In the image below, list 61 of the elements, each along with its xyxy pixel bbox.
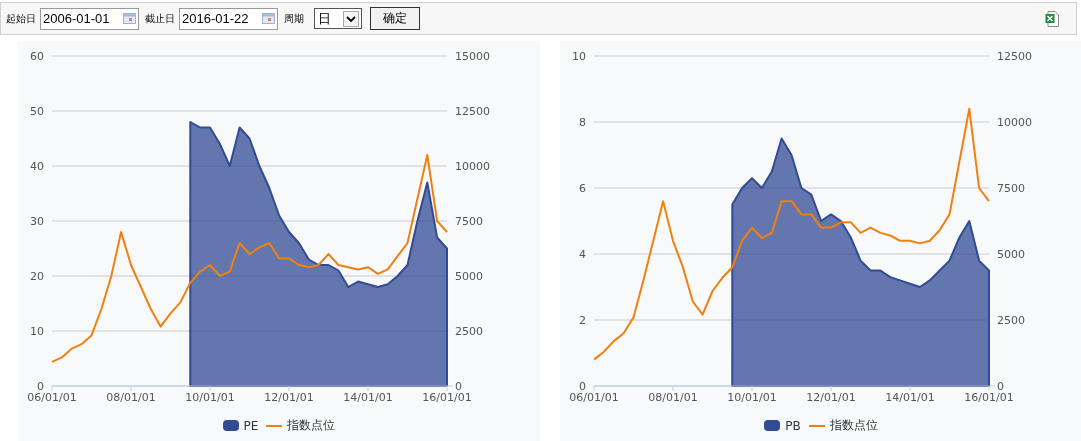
y-axis-label: 7500 [455, 215, 483, 228]
y-axis-label: 0 [579, 380, 586, 393]
y-axis-label: 10 [572, 50, 586, 63]
x-axis-label: 08/01/01 [648, 391, 698, 404]
y-axis-label: 15000 [455, 50, 490, 63]
start-date-field[interactable]: 2006-01-01 [40, 7, 139, 30]
period-label: 周期 [284, 11, 304, 26]
start-date-label: 起始日 [6, 11, 36, 26]
y-axis-label: 12500 [997, 50, 1032, 63]
x-axis-label: 10/01/01 [727, 391, 777, 404]
legend-line-icon [266, 424, 283, 427]
end-date-field[interactable]: 2016-01-22 [179, 7, 278, 30]
y-axis-label: 2 [579, 314, 586, 327]
y-axis-label: 7500 [997, 182, 1025, 195]
y-axis-label: 5000 [455, 270, 483, 283]
x-axis-label: 16/01/01 [964, 391, 1014, 404]
y-axis-label: 6 [579, 182, 586, 195]
y-axis-label: 5000 [997, 248, 1025, 261]
y-axis-label: 2500 [997, 314, 1025, 327]
x-axis-label: 06/01/01 [569, 391, 619, 404]
x-axis-label: 10/01/01 [185, 391, 235, 404]
y-axis-label: 10000 [455, 160, 490, 173]
legend-item[interactable]: PE [222, 417, 259, 434]
legend-swatch-icon [764, 420, 781, 431]
calendar-icon[interactable] [262, 13, 275, 24]
x-axis-label: 16/01/01 [422, 391, 472, 404]
x-axis-label: 14/01/01 [885, 391, 935, 404]
legend-label: PE [243, 418, 259, 433]
x-axis-label: 12/01/01 [264, 391, 314, 404]
y-axis-label: 0 [997, 380, 1004, 393]
legend-item[interactable]: 指数点位 [808, 417, 878, 434]
y-axis-label: 12500 [455, 105, 490, 118]
y-axis-label: 0 [37, 380, 44, 393]
end-date-label: 截止日 [145, 11, 175, 26]
y-axis-label: 0 [455, 380, 462, 393]
x-axis-label: 06/01/01 [27, 391, 77, 404]
x-axis-label: 12/01/01 [806, 391, 856, 404]
caret-icon [343, 10, 359, 27]
y-axis-label: 40 [30, 160, 44, 173]
legend-label: 指数点位 [287, 417, 336, 434]
legend-label: 指数点位 [829, 417, 878, 434]
period-select[interactable]: 日 [314, 8, 362, 29]
x-axis-label: 08/01/01 [106, 391, 156, 404]
y-axis-label: 50 [30, 105, 44, 118]
y-axis-label: 10 [30, 325, 44, 338]
legend-item[interactable]: PB [764, 417, 801, 434]
y-axis-label: 60 [30, 50, 44, 63]
legend-line-icon [808, 424, 825, 427]
y-axis-label: 20 [30, 270, 44, 283]
confirm-button[interactable]: 确定 [370, 7, 420, 30]
legend-item[interactable]: 指数点位 [266, 417, 336, 434]
y-axis-label: 2500 [455, 325, 483, 338]
x-axis-label: 14/01/01 [343, 391, 393, 404]
y-axis-label: 10000 [997, 116, 1032, 129]
y-axis-label: 4 [579, 248, 586, 261]
calendar-icon[interactable] [123, 13, 136, 24]
y-axis-label: 30 [30, 215, 44, 228]
legend-label: PB [785, 418, 801, 433]
legend-swatch-icon [222, 420, 239, 431]
spreadsheet-icon[interactable] [1045, 10, 1059, 27]
y-axis-label: 8 [579, 116, 586, 129]
